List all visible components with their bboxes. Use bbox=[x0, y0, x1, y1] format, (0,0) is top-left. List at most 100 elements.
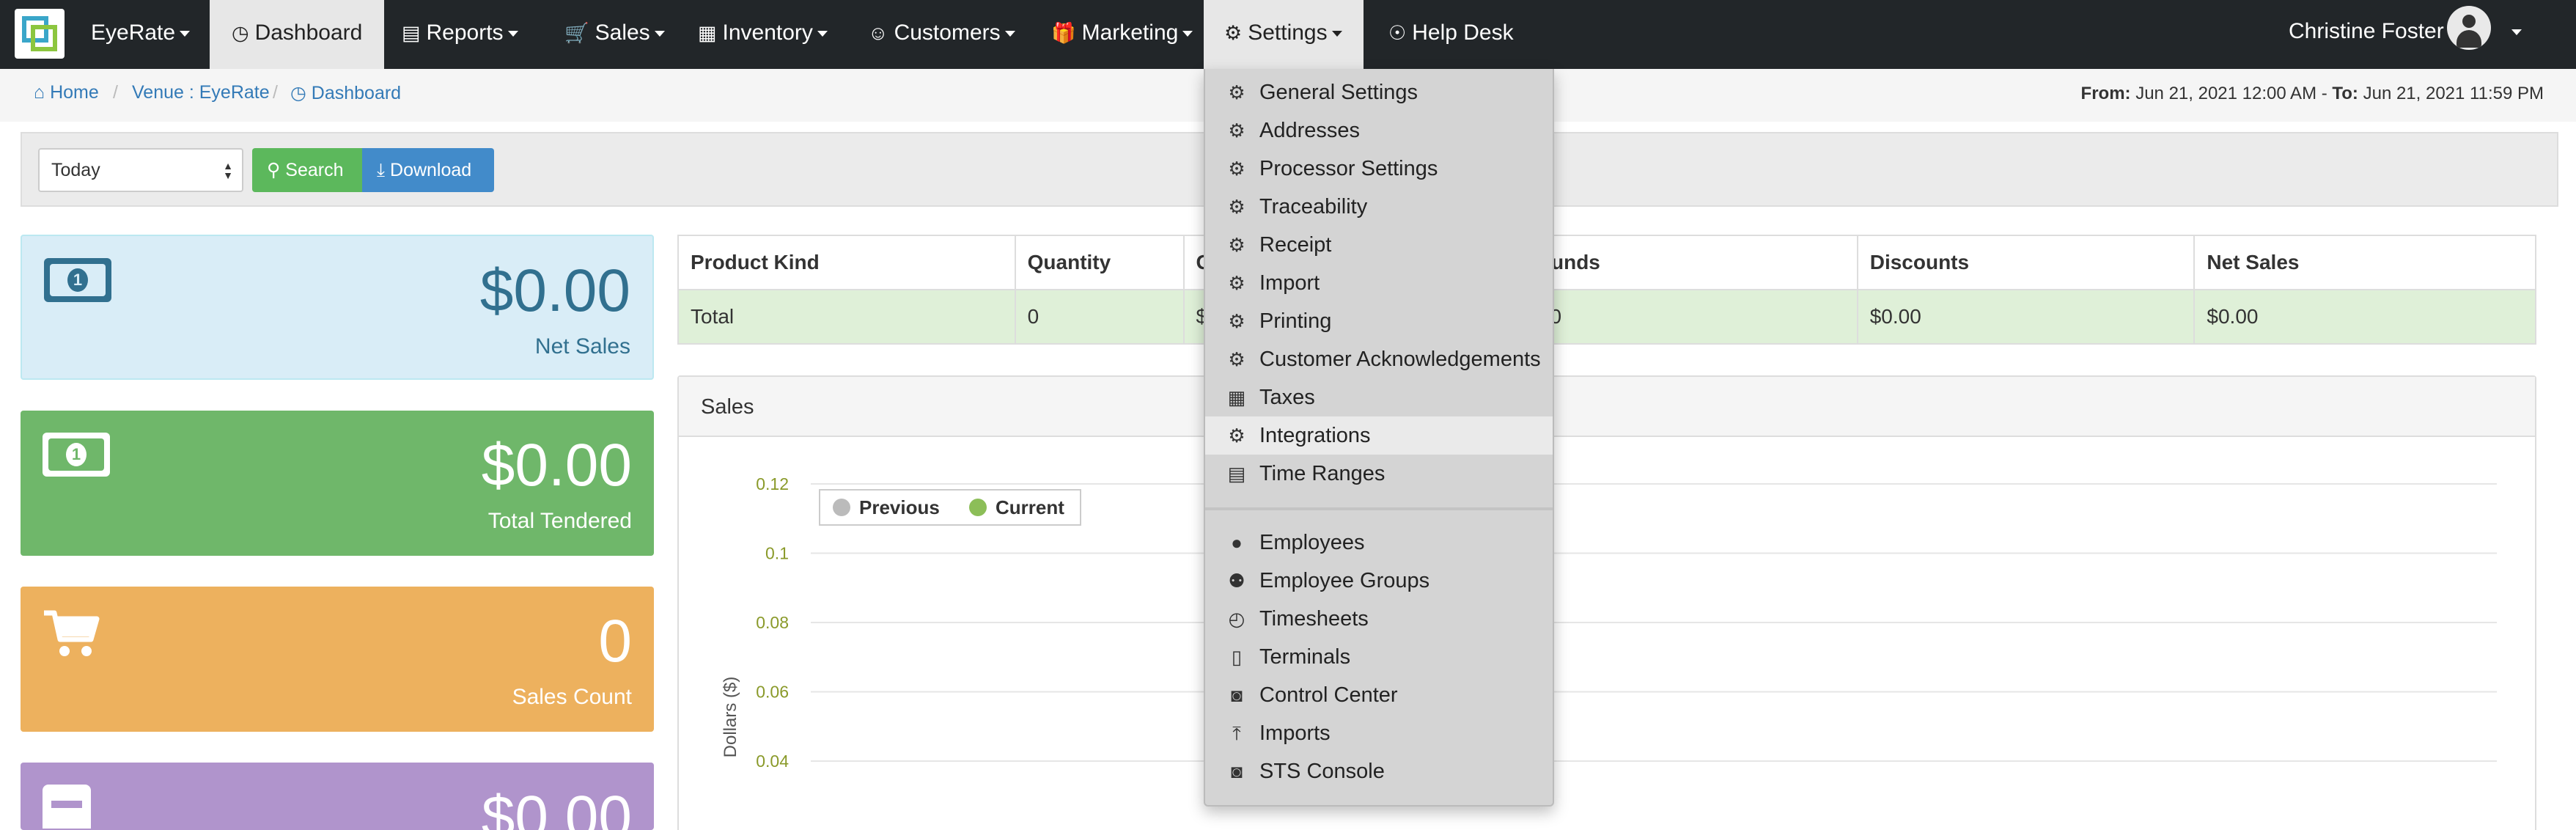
column-header[interactable]: Quantity bbox=[1014, 235, 1185, 290]
chart-legend: Previous Current bbox=[819, 489, 1081, 526]
nav-customers[interactable]: ☺ Customers bbox=[850, 0, 1033, 69]
tablet-icon: ▯ bbox=[1231, 646, 1243, 668]
binoculars-icon: ◙ bbox=[1231, 760, 1243, 782]
settings-menu-item-receipt[interactable]: ⚙ Receipt bbox=[1205, 226, 1553, 264]
gears-icon: ⚙ bbox=[1228, 234, 1245, 256]
chevron-down-icon bbox=[654, 31, 665, 37]
settings-menu-item-processor-settings[interactable]: ⚙ Processor Settings bbox=[1205, 150, 1553, 188]
user-menu-chevron-icon[interactable] bbox=[2511, 29, 2522, 35]
column-header[interactable]: Net Sales bbox=[2193, 235, 2536, 290]
search-icon: ⚲ bbox=[267, 160, 281, 180]
total-tendered-label: Total Tendered bbox=[487, 509, 632, 533]
calendar-icon: ▤ bbox=[1227, 463, 1246, 485]
nav-reports-label: Reports bbox=[426, 21, 504, 45]
settings-menu-item-employee-groups[interactable]: ⚉ Employee Groups bbox=[1205, 562, 1553, 600]
nav-marketing[interactable]: 🎁 Marketing bbox=[1034, 0, 1210, 69]
y-tick-label: 0.04 bbox=[756, 752, 789, 771]
clock-icon: ◴ bbox=[1228, 608, 1245, 630]
brand-logo[interactable] bbox=[15, 9, 65, 59]
gears-icon: ⚙ bbox=[1228, 348, 1245, 370]
settings-menu-item-printing[interactable]: ⚙ Printing bbox=[1205, 302, 1553, 340]
table-cell: .00 bbox=[1520, 289, 1858, 345]
settings-menu-item-terminals[interactable]: ▯ Terminals bbox=[1205, 638, 1553, 676]
fourth-stat-card: $0.00 bbox=[21, 763, 654, 830]
gear-icon: ⚙ bbox=[1228, 425, 1245, 447]
search-button[interactable]: ⚲ Search bbox=[252, 148, 362, 192]
y-tick-label: 0.12 bbox=[756, 474, 789, 493]
fourth-stat-value: $0.00 bbox=[481, 784, 632, 830]
menu-divider bbox=[1205, 507, 1553, 510]
column-header[interactable]: Product Kind bbox=[677, 235, 1016, 290]
settings-menu-item-time-ranges[interactable]: ▤ Time Ranges bbox=[1205, 455, 1553, 493]
settings-menu-item-label: Import bbox=[1259, 271, 1320, 295]
legend-label-current[interactable]: Current bbox=[996, 496, 1064, 518]
settings-menu-item-customer-acknowledgements[interactable]: ⚙ Customer Acknowledgements bbox=[1205, 340, 1553, 378]
chevron-down-icon bbox=[180, 31, 191, 37]
brand-label: EyeRate bbox=[91, 21, 176, 45]
shopping-cart-icon bbox=[43, 609, 101, 666]
settings-menu-item-taxes[interactable]: ▦ Taxes bbox=[1205, 378, 1553, 416]
settings-menu-item-general-settings[interactable]: ⚙ General Settings bbox=[1205, 73, 1553, 111]
download-icon: ⤓ bbox=[377, 160, 386, 180]
settings-menu-item-control-center[interactable]: ◙ Control Center bbox=[1205, 676, 1553, 714]
download-button[interactable]: ⤓ Download bbox=[362, 148, 494, 192]
legend-label-previous[interactable]: Previous bbox=[859, 496, 940, 518]
nav-sales[interactable]: 🛒 Sales bbox=[547, 0, 682, 69]
sales-chart: 0.12 0.1 0.08 0.06 0.04 Dollars ($) Previous… bbox=[721, 474, 2497, 771]
settings-menu-item-label: STS Console bbox=[1259, 760, 1385, 783]
settings-menu-item-traceability[interactable]: ⚙ Traceability bbox=[1205, 188, 1553, 226]
total-tendered-card: 1 $0.00 Total Tendered bbox=[21, 411, 654, 556]
nav-settings[interactable]: ⚙ Settings bbox=[1204, 0, 1364, 69]
settings-menu-item-label: Employee Groups bbox=[1259, 569, 1430, 592]
settings-menu-item-label: Timesheets bbox=[1259, 607, 1369, 631]
column-header[interactable]: efunds bbox=[1520, 235, 1858, 290]
breadcrumb-dashboard[interactable]: ◷ Dashboard bbox=[290, 82, 401, 104]
settings-menu-item-integrations[interactable]: ⚙ Integrations bbox=[1205, 416, 1553, 455]
gears-icon: ⚙ bbox=[1224, 22, 1243, 44]
table-cell: $0.00 bbox=[2193, 289, 2536, 345]
nav-dashboard[interactable]: ◷ Dashboard bbox=[210, 0, 385, 69]
legend-marker-current bbox=[969, 499, 987, 516]
settings-menu-item-sts-console[interactable]: ◙ STS Console bbox=[1205, 752, 1553, 790]
chevron-down-icon bbox=[1004, 31, 1015, 37]
column-header[interactable]: Discounts bbox=[1856, 235, 2196, 290]
breadcrumb-home[interactable]: ⌂ Home bbox=[34, 82, 99, 103]
settings-dropdown-menu: ⚙ General Settings ⚙ Addresses ⚙ Processor Se… bbox=[1204, 69, 1554, 807]
nav-sales-label: Sales bbox=[595, 21, 650, 45]
home-icon: ⌂ bbox=[34, 82, 45, 103]
calculator-icon bbox=[43, 785, 91, 829]
date-range: From: Jun 21, 2021 12:00 AM - To: Jun 21… bbox=[2080, 84, 2544, 103]
settings-menu-item-employees[interactable]: ● Employees bbox=[1205, 524, 1553, 562]
table-cell: 0 bbox=[1014, 289, 1185, 345]
nav-inventory[interactable]: ▦ Inventory bbox=[680, 0, 845, 69]
chevron-down-icon bbox=[817, 31, 828, 37]
nav-help-desk[interactable]: ☉ Help Desk bbox=[1371, 0, 1531, 69]
sales-panel-title: Sales bbox=[679, 377, 2535, 437]
top-navbar: EyeRate ◷ Dashboard ▤ Reports 🛒 Sales ▦ Inve… bbox=[0, 0, 2576, 69]
y-tick-label: 0.06 bbox=[756, 683, 789, 702]
chevron-down-icon bbox=[1331, 31, 1342, 37]
y-axis-label: Dollars ($) bbox=[721, 677, 740, 758]
settings-menu-item-label: Traceability bbox=[1259, 195, 1368, 218]
nav-brand-eyerate[interactable]: EyeRate bbox=[76, 0, 205, 69]
period-select[interactable]: Today ▲ ▼ bbox=[38, 148, 243, 192]
settings-menu-item-label: Processor Settings bbox=[1259, 157, 1438, 180]
breadcrumb-venue[interactable]: Venue : EyeRate bbox=[132, 82, 270, 103]
nav-marketing-label: Marketing bbox=[1081, 21, 1179, 45]
settings-menu-item-addresses[interactable]: ⚙ Addresses bbox=[1205, 111, 1553, 150]
cart-icon: 🛒 bbox=[564, 22, 589, 44]
nav-inventory-label: Inventory bbox=[722, 21, 813, 45]
user-icon: ● bbox=[1231, 532, 1243, 554]
avatar[interactable] bbox=[2447, 6, 2491, 50]
settings-menu-item-label: Printing bbox=[1259, 309, 1332, 333]
table-row-total: Total 0 $ .00 $0.00 $0.00 bbox=[677, 289, 2536, 345]
nav-reports[interactable]: ▤ Reports bbox=[384, 0, 536, 69]
settings-menu-item-import[interactable]: ⚙ Import bbox=[1205, 264, 1553, 302]
settings-menu-item-timesheets[interactable]: ◴ Timesheets bbox=[1205, 600, 1553, 638]
y-tick-label: 0.08 bbox=[756, 613, 789, 632]
user-name[interactable]: Christine Foster bbox=[2289, 0, 2444, 66]
nav-dashboard-label: Dashboard bbox=[254, 21, 363, 45]
settings-menu-item-imports[interactable]: ⤒ Imports bbox=[1205, 714, 1553, 752]
grid-icon: ▦ bbox=[698, 22, 717, 44]
lifebuoy-icon: ☉ bbox=[1388, 22, 1407, 44]
